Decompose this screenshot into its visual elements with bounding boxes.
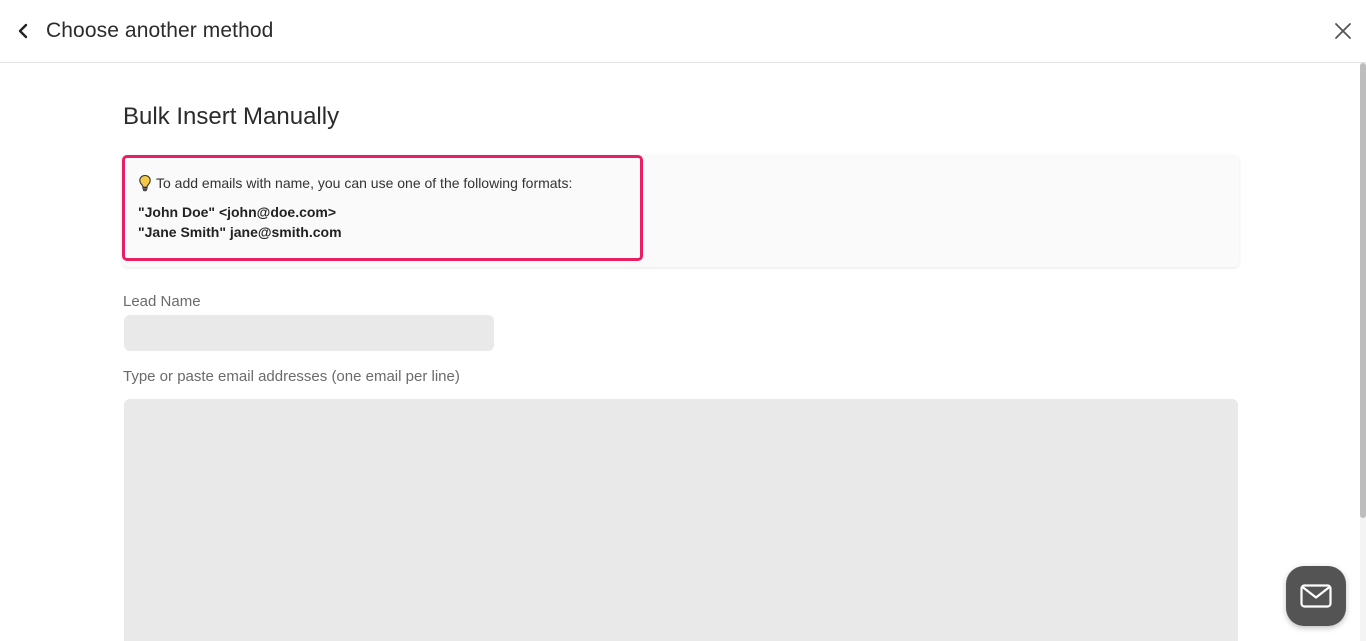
emails-textarea[interactable] <box>124 399 1238 641</box>
highlight-box <box>122 155 643 261</box>
lead-name-label: Lead Name <box>123 293 201 310</box>
chevron-left-icon <box>18 23 28 39</box>
content-panel: Bulk Insert Manually To add emails with … <box>0 63 1360 641</box>
page-title: Bulk Insert Manually <box>123 103 340 130</box>
close-button[interactable] <box>1330 18 1356 44</box>
lead-name-input[interactable] <box>124 315 494 351</box>
emails-label: Type or paste email addresses (one email… <box>123 368 460 385</box>
scrollbar-thumb[interactable] <box>1360 63 1366 518</box>
close-icon <box>1335 23 1351 39</box>
mail-icon <box>1300 584 1332 608</box>
chat-button[interactable] <box>1286 566 1346 626</box>
back-button[interactable] <box>10 17 36 45</box>
top-bar: Choose another method <box>0 0 1366 63</box>
header-title: Choose another method <box>46 19 274 42</box>
